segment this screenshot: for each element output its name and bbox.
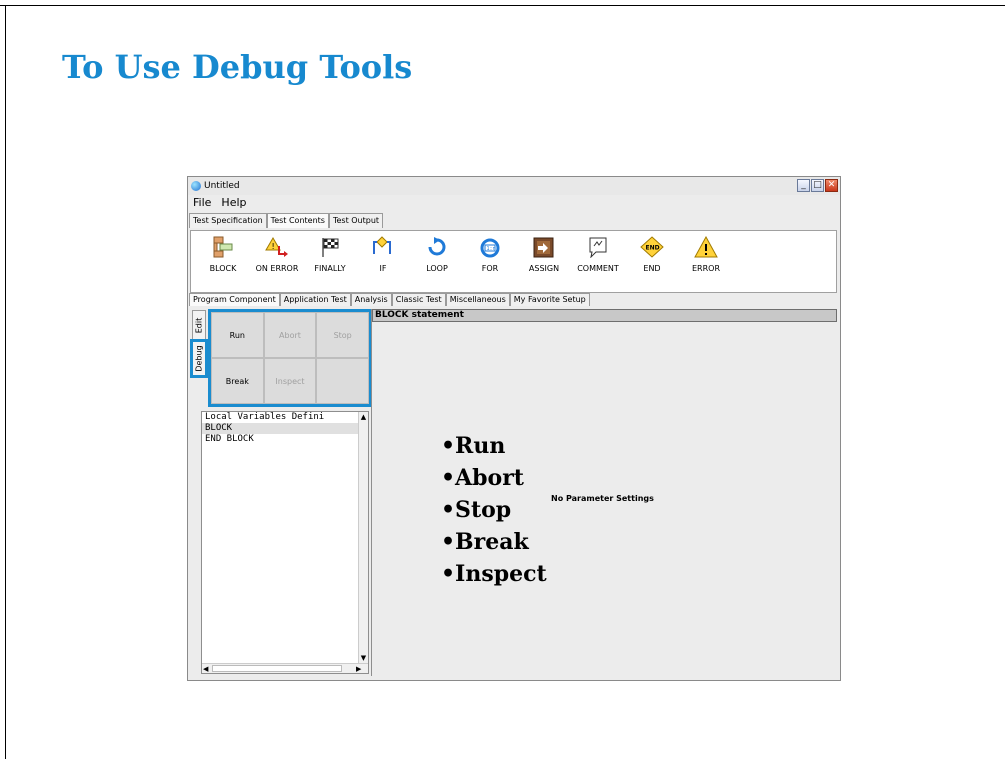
end-icon: END (624, 236, 680, 258)
error-warning-icon (678, 235, 734, 258)
tab-miscellaneous[interactable]: Miscellaneous (445, 293, 510, 306)
app-window: Untitled _ □ ✕ File Help Test Specificat… (187, 176, 841, 681)
debug-button-panel: Run Abort Stop Break Inspect (208, 309, 372, 407)
slide-border-top (0, 5, 1005, 6)
tool-end[interactable]: END END (624, 236, 680, 273)
tool-loop[interactable]: LOOP (409, 236, 465, 273)
svg-text:END: END (646, 245, 660, 252)
tree-item-local-variables[interactable]: Local Variables Defini (202, 412, 358, 423)
window-title: Untitled (204, 181, 240, 191)
scroll-right-icon[interactable]: ▶ (356, 664, 361, 674)
stop-button[interactable]: Stop (316, 312, 369, 358)
tab-my-favorite-setup[interactable]: My Favorite Setup (509, 293, 590, 306)
tool-block[interactable]: BLOCK (195, 236, 251, 273)
tool-on-error-label: ON ERROR (255, 264, 299, 273)
tool-assign[interactable]: ASSIGN (516, 236, 572, 273)
tree-item-block[interactable]: BLOCK (202, 423, 358, 434)
slide-title: To Use Debug Tools (62, 48, 413, 86)
close-button[interactable]: ✕ (825, 179, 838, 192)
tab-test-specification[interactable]: Test Specification (189, 213, 267, 228)
inspect-button[interactable]: Inspect (263, 358, 317, 404)
tool-comment-label: COMMENT (577, 264, 619, 273)
loop-icon (409, 236, 465, 258)
tab-test-contents[interactable]: Test Contents (266, 213, 329, 228)
main-tabs: Test Specification Test Contents Test Ou… (189, 213, 384, 228)
debug-tools-bullet-list: •Run •Abort •Stop •Break •Inspect (441, 430, 547, 590)
tab-program-component[interactable]: Program Component (189, 293, 280, 306)
title-bar: Untitled _ □ ✕ (188, 177, 840, 195)
menu-bar: File Help (188, 195, 840, 210)
tool-comment[interactable]: COMMENT (570, 236, 626, 273)
vertical-scrollbar[interactable]: ▲ ▼ (358, 412, 368, 663)
tool-on-error[interactable]: ! ON ERROR (249, 236, 305, 273)
scroll-left-icon[interactable]: ◀ (203, 664, 208, 674)
svg-text:1:n: 1:n (487, 246, 496, 252)
tool-if[interactable]: IF (355, 236, 411, 273)
tool-end-label: END (643, 264, 661, 273)
scroll-up-icon[interactable]: ▲ (359, 412, 368, 422)
tool-assign-label: ASSIGN (528, 264, 560, 273)
program-tree: Local Variables Defini BLOCK END BLOCK ▲… (201, 411, 369, 674)
tab-analysis[interactable]: Analysis (350, 293, 392, 306)
block-icon (195, 236, 251, 258)
tab-application-test[interactable]: Application Test (279, 293, 351, 306)
comment-icon (570, 236, 626, 259)
tool-for[interactable]: 1:n FOR (462, 236, 518, 273)
app-icon (191, 181, 201, 191)
tool-loop-label: LOOP (426, 264, 448, 273)
run-button[interactable]: Run (211, 312, 264, 358)
horizontal-scrollbar[interactable]: ◀ ▶ (202, 663, 368, 673)
finally-flag-icon (302, 236, 358, 258)
abort-button[interactable]: Abort (263, 312, 317, 358)
for-icon: 1:n (462, 236, 518, 258)
minimize-button[interactable]: _ (797, 179, 810, 192)
if-branch-icon (355, 236, 411, 258)
tab-classic-test[interactable]: Classic Test (391, 293, 446, 306)
panel-divider[interactable] (371, 309, 372, 676)
tab-test-output[interactable]: Test Output (328, 213, 384, 228)
maximize-button[interactable]: □ (811, 179, 824, 192)
horizontal-scroll-thumb[interactable] (212, 665, 342, 672)
svg-text:!: ! (272, 242, 275, 251)
empty-debug-cell (316, 358, 369, 404)
component-tabs: Program Component Application Test Analy… (189, 293, 590, 306)
bullet-run: •Run (441, 433, 506, 459)
bullet-abort: •Abort (441, 465, 524, 491)
tree-item-end-block[interactable]: END BLOCK (202, 434, 358, 445)
bullet-break: •Break (441, 529, 529, 555)
tool-error-label: ERROR (691, 264, 721, 273)
tool-for-label: FOR (481, 264, 499, 273)
side-tab-debug-label: Debug (194, 345, 204, 372)
no-parameter-settings-text: No Parameter Settings (551, 494, 654, 503)
slide-border-left (5, 5, 6, 759)
side-tab-edit[interactable]: Edit (192, 310, 206, 340)
scroll-down-icon[interactable]: ▼ (359, 653, 368, 663)
statement-header: BLOCK statement (372, 309, 837, 322)
break-button[interactable]: Break (211, 358, 264, 404)
menu-help[interactable]: Help (221, 196, 246, 209)
bullet-inspect: •Inspect (441, 561, 547, 587)
tool-finally[interactable]: FINALLY (302, 236, 358, 273)
tool-block-label: BLOCK (209, 264, 237, 273)
component-toolbar: BLOCK ! ON ERROR FINALLY IF LOOP 1:n FOR… (190, 230, 837, 293)
on-error-icon: ! (249, 236, 305, 258)
side-tab-debug[interactable]: Debug (190, 339, 208, 378)
tool-if-label: IF (379, 264, 387, 273)
tool-finally-label: FINALLY (314, 264, 346, 273)
tool-error[interactable]: ERROR (678, 235, 734, 273)
assign-icon (516, 236, 572, 258)
bullet-stop: •Stop (441, 497, 512, 523)
side-tab-edit-label: Edit (194, 317, 204, 333)
menu-file[interactable]: File (193, 196, 211, 209)
